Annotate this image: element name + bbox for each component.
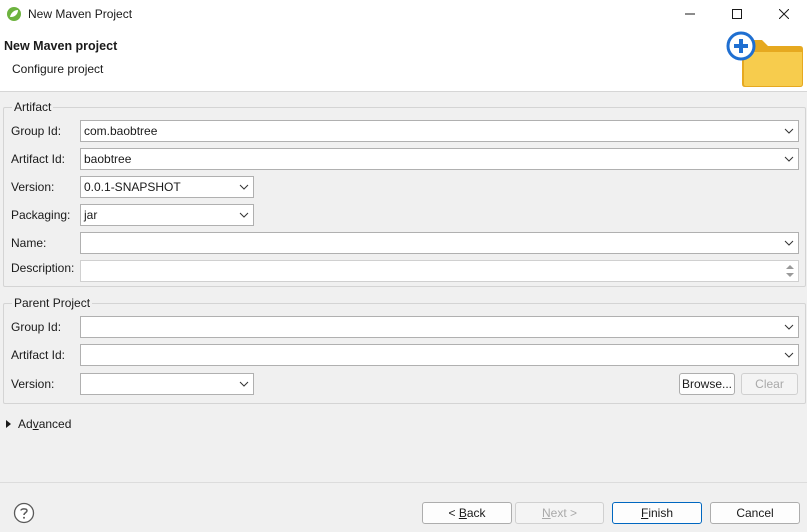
advanced-label-prefix: Ad	[18, 417, 33, 431]
chevron-down-icon[interactable]	[780, 317, 798, 337]
back-label-suffix: ack	[466, 506, 486, 520]
spring-leaf-icon	[7, 7, 21, 21]
banner-subtitle: Configure project	[12, 62, 104, 76]
parent-version-combo[interactable]	[80, 373, 254, 395]
browse-button[interactable]: Browse...	[679, 373, 735, 395]
finish-label-mnemonic: F	[640, 506, 649, 520]
back-label-mnemonic: B	[458, 506, 467, 520]
close-button[interactable]	[760, 0, 807, 28]
back-label-prefix: <	[448, 506, 459, 520]
parent-version-label: Version:	[11, 377, 55, 391]
spinner-arrows-icon[interactable]	[783, 262, 797, 280]
window-title: New Maven Project	[28, 7, 133, 21]
chevron-down-icon[interactable]	[235, 177, 253, 197]
title-bar: New Maven Project	[0, 0, 807, 28]
description-label: Description:	[11, 261, 75, 275]
group-id-value[interactable]: com.baobtree	[81, 124, 780, 138]
artifact-id-value[interactable]: baobtree	[81, 152, 780, 166]
next-button[interactable]: Next >	[515, 502, 604, 524]
advanced-label-suffix: anced	[38, 417, 72, 431]
maximize-button[interactable]	[713, 0, 760, 28]
chevron-down-icon[interactable]	[780, 121, 798, 141]
new-folder-plus-icon	[726, 31, 803, 87]
group-id-combo[interactable]: com.baobtree	[80, 120, 799, 142]
version-label: Version:	[11, 180, 55, 194]
advanced-expander[interactable]: Advanced	[6, 417, 71, 431]
maximize-icon	[731, 9, 742, 19]
chevron-down-icon[interactable]	[235, 205, 253, 225]
help-icon[interactable]	[13, 502, 35, 524]
bottom-separator	[0, 482, 807, 483]
description-textarea[interactable]	[80, 260, 799, 282]
parent-group-id-combo[interactable]	[80, 316, 799, 338]
minimize-button[interactable]	[666, 0, 713, 28]
wizard-banner: New Maven project Configure project	[0, 28, 807, 92]
chevron-down-icon[interactable]	[235, 374, 253, 394]
cancel-label: Cancel	[736, 506, 774, 520]
group-id-label: Group Id:	[11, 124, 62, 138]
close-icon	[778, 9, 789, 19]
clear-button[interactable]: Clear	[741, 373, 798, 395]
parent-artifact-id-combo[interactable]	[80, 344, 799, 366]
cancel-button[interactable]: Cancel	[710, 502, 800, 524]
packaging-combo[interactable]: jar	[80, 204, 254, 226]
parent-project-legend: Parent Project	[12, 296, 93, 310]
artifact-id-combo[interactable]: baobtree	[80, 148, 799, 170]
parent-artifact-id-label: Artifact Id:	[11, 348, 66, 362]
finish-button[interactable]: Finish	[612, 502, 702, 524]
packaging-label: Packaging:	[11, 208, 71, 222]
next-label-suffix: ext >	[550, 506, 578, 520]
clear-label: Clear	[755, 377, 784, 391]
parent-group-id-label: Group Id:	[11, 320, 62, 334]
version-value[interactable]: 0.0.1-SNAPSHOT	[81, 180, 235, 194]
minimize-icon	[684, 13, 695, 15]
browse-label: Browse...	[681, 377, 732, 391]
chevron-down-icon[interactable]	[780, 233, 798, 253]
back-button[interactable]: < Back	[422, 502, 512, 524]
artifact-legend: Artifact	[12, 100, 54, 114]
packaging-value[interactable]: jar	[81, 208, 235, 222]
chevron-down-icon[interactable]	[780, 345, 798, 365]
name-label: Name:	[11, 236, 47, 250]
banner-title: New Maven project	[4, 39, 118, 53]
next-label-mnemonic: N	[541, 506, 551, 520]
version-combo[interactable]: 0.0.1-SNAPSHOT	[80, 176, 254, 198]
description-value[interactable]	[81, 261, 84, 275]
advanced-label[interactable]: Advanced	[18, 417, 71, 431]
name-combo[interactable]	[80, 232, 799, 254]
finish-label-suffix: inish	[648, 506, 674, 520]
expand-triangle-icon[interactable]	[6, 420, 11, 428]
chevron-down-icon[interactable]	[780, 149, 798, 169]
artifact-id-label: Artifact Id:	[11, 152, 66, 166]
